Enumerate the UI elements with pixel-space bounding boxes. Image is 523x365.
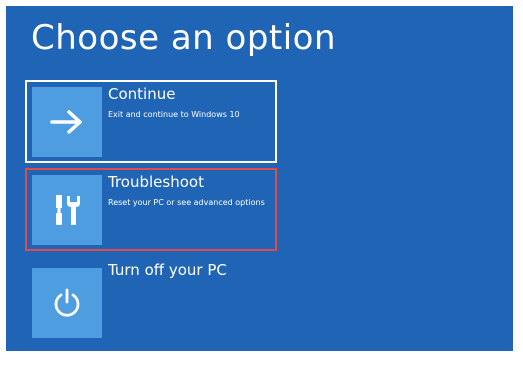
troubleshoot-tile (32, 175, 102, 245)
continue-tile (32, 87, 102, 157)
recovery-screen: Choose an option Continue Exit and conti… (6, 6, 513, 351)
continue-label: Continue (108, 85, 176, 103)
troubleshoot-label: Troubleshoot (108, 173, 204, 191)
power-icon (54, 288, 80, 317)
troubleshoot-description: Reset your PC or see advanced options (108, 198, 265, 207)
turn-off-option[interactable]: Turn off your PC (25, 256, 277, 339)
tools-icon (56, 195, 80, 225)
arrow-right-icon (50, 110, 82, 134)
turn-off-tile (32, 268, 102, 338)
troubleshoot-option[interactable]: Troubleshoot Reset your PC or see advanc… (25, 168, 277, 251)
page-title: Choose an option (31, 18, 337, 58)
continue-description: Exit and continue to Windows 10 (108, 110, 240, 119)
turn-off-label: Turn off your PC (108, 261, 227, 279)
continue-option[interactable]: Continue Exit and continue to Windows 10 (25, 80, 277, 163)
